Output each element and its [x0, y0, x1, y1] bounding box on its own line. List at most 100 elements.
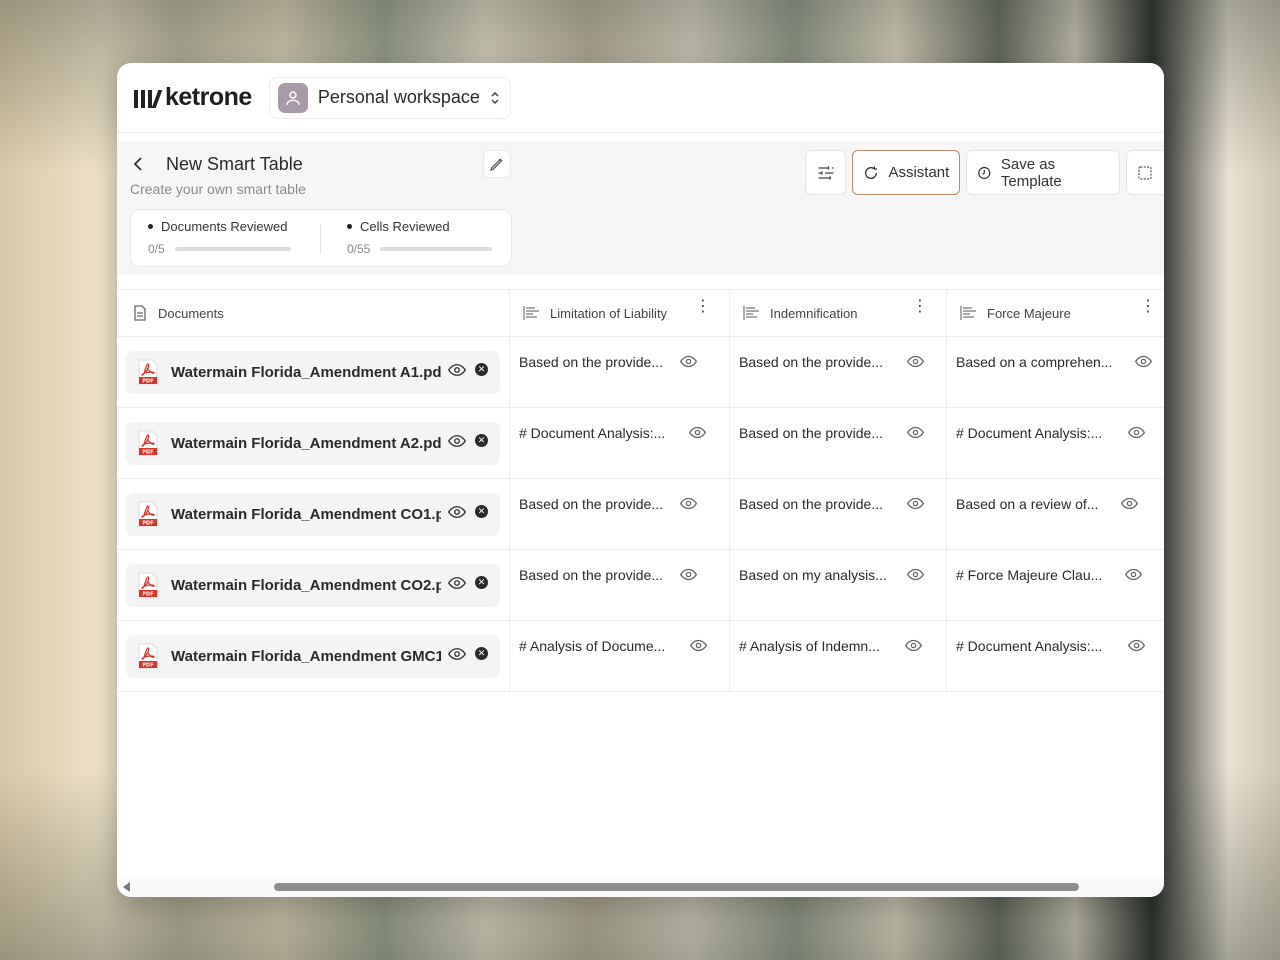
stat-label: Cells Reviewed [347, 219, 492, 234]
user-avatar-icon [277, 82, 308, 113]
document-chip[interactable]: PDF Watermain Florida_Amendment CO1.pdf … [126, 492, 500, 536]
eye-icon[interactable] [905, 639, 922, 652]
document-chip[interactable]: PDF Watermain Florida_Amendment CO2.pdf … [126, 563, 500, 607]
remove-document-icon[interactable]: ✕ [475, 434, 488, 447]
column-menu-icon[interactable]: ⋮ [1140, 299, 1156, 315]
eye-icon[interactable] [1128, 426, 1145, 439]
template-icon [978, 166, 991, 179]
eye-icon[interactable] [907, 426, 924, 439]
document-chip[interactable]: PDF Watermain Florida_Amendment A2.pdf ✕ [126, 421, 500, 465]
eye-icon[interactable] [1121, 497, 1138, 510]
column-menu-icon[interactable]: ⋮ [695, 299, 711, 315]
cell-text: Based on a comprehen... [956, 354, 1113, 370]
brand-logo[interactable]: ketrone [134, 83, 252, 112]
column-menu-icon[interactable]: ⋮ [912, 299, 928, 315]
page-title: New Smart Table [166, 154, 303, 174]
document-cell: PDF Watermain Florida_Amendment A2.pdf ✕ [117, 408, 510, 478]
stat-label: Documents Reviewed [148, 219, 291, 234]
answer-cell[interactable]: Based on a review of... [947, 479, 1164, 549]
answer-cell[interactable]: Based on my analysis... [730, 550, 947, 620]
eye-icon[interactable] [1135, 355, 1152, 368]
answer-cell[interactable]: # Analysis of Indemn... [730, 621, 947, 691]
settings-sliders-button[interactable] [805, 150, 847, 195]
svg-text:PDF: PDF [142, 592, 153, 598]
answer-cell[interactable]: Based on the provide... [730, 479, 947, 549]
answer-cell[interactable]: Based on a comprehen... [947, 337, 1164, 407]
eye-icon[interactable] [680, 497, 697, 510]
eye-icon[interactable] [1125, 568, 1142, 581]
refresh-icon [865, 165, 878, 179]
table-row: PDF Watermain Florida_Amendment A1.pdf ✕… [117, 337, 1164, 408]
page-subtitle: Create your own smart table [130, 181, 306, 197]
remove-document-icon[interactable]: ✕ [475, 363, 488, 376]
eye-icon[interactable] [448, 576, 466, 590]
column-title: Limitation of Liability [550, 305, 668, 321]
answer-cell[interactable]: # Force Majeure Clau... [947, 550, 1164, 620]
eye-icon[interactable] [448, 434, 466, 448]
remove-document-icon[interactable]: ✕ [475, 576, 488, 589]
column-header-indemnification[interactable]: Indemnification ⋮ [730, 290, 947, 336]
documents-reviewed-stat: Documents Reviewed 0/5 [148, 219, 291, 256]
svg-text:PDF: PDF [142, 663, 153, 669]
answer-cell[interactable]: # Analysis of Docume... [510, 621, 730, 691]
assistant-label: Assistant [888, 164, 950, 181]
eye-icon[interactable] [690, 639, 707, 652]
column-header-documents[interactable]: Documents [117, 290, 510, 336]
cell-text: Based on the provide... [739, 496, 883, 512]
workspace-switcher[interactable]: Personal workspace [268, 76, 511, 119]
document-chip[interactable]: PDF Watermain Florida_Amendment GMC1.pdf… [126, 634, 500, 678]
answer-cell[interactable]: Based on the provide... [510, 337, 730, 407]
eye-icon[interactable] [907, 355, 924, 368]
eye-icon[interactable] [689, 426, 706, 439]
select-area-icon [1138, 165, 1152, 180]
table-row: PDF Watermain Florida_Amendment CO1.pdf … [117, 479, 1164, 550]
eye-icon[interactable] [680, 355, 697, 368]
cell-text: # Document Analysis:... [956, 638, 1103, 654]
chevron-up-down-icon [490, 90, 500, 106]
assistant-button[interactable]: Assistant [852, 150, 961, 195]
back-button[interactable] [133, 154, 145, 177]
app-window: ketrone Personal workspace New Smart Tab… [117, 63, 1164, 897]
cells-reviewed-stat: Cells Reviewed 0/55 [347, 219, 493, 256]
eye-icon[interactable] [448, 647, 466, 661]
progress-bar [174, 247, 291, 251]
answer-cell[interactable]: Based on the provide... [510, 479, 730, 549]
scrollbar-thumb[interactable] [274, 883, 1079, 891]
remove-document-icon[interactable]: ✕ [475, 505, 488, 518]
remove-document-icon[interactable]: ✕ [475, 647, 488, 660]
cell-text: Based on the provide... [739, 425, 883, 441]
pdf-file-icon: PDF [138, 643, 158, 669]
answer-cell[interactable]: # Document Analysis:... [947, 621, 1164, 691]
horizontal-scrollbar[interactable] [117, 877, 1164, 897]
answer-cell[interactable]: # Document Analysis:... [510, 408, 730, 478]
eye-icon[interactable] [907, 497, 924, 510]
pencil-icon [490, 158, 503, 171]
cell-text: # Force Majeure Clau... [956, 567, 1103, 583]
answer-cell[interactable]: Based on the provide... [510, 550, 730, 620]
edit-title-button[interactable] [483, 150, 511, 178]
logo-mark-icon [134, 88, 163, 108]
cell-text: Based on the provide... [519, 567, 663, 583]
eye-icon[interactable] [448, 505, 466, 519]
eye-icon[interactable] [907, 568, 924, 581]
scroll-left-arrow-icon[interactable] [123, 882, 130, 892]
save-template-label: Save as Template [1000, 155, 1062, 190]
cell-text: # Document Analysis:... [956, 425, 1103, 441]
eye-icon[interactable] [448, 363, 466, 377]
document-cell: PDF Watermain Florida_Amendment GMC1.pdf… [117, 621, 510, 691]
answer-cell[interactable]: Based on the provide... [730, 408, 947, 478]
eye-icon[interactable] [680, 568, 697, 581]
cell-text: # Analysis of Indemn... [739, 638, 880, 654]
answer-cell[interactable]: # Document Analysis:... [947, 408, 1164, 478]
cell-text: Based on the provide... [739, 354, 883, 370]
answer-cell[interactable]: Based on the provide... [730, 337, 947, 407]
text-column-icon [743, 306, 759, 320]
save-as-template-button[interactable]: Save as Template [966, 150, 1121, 195]
pdf-file-icon: PDF [138, 572, 158, 598]
column-header-limitation[interactable]: Limitation of Liability ⋮ [510, 290, 730, 336]
document-chip[interactable]: PDF Watermain Florida_Amendment A1.pdf ✕ [126, 350, 500, 394]
eye-icon[interactable] [1128, 639, 1145, 652]
svg-text:PDF: PDF [142, 521, 153, 527]
select-area-button[interactable] [1126, 150, 1164, 195]
column-header-force-majeure[interactable]: Force Majeure ⋮ [947, 290, 1164, 336]
